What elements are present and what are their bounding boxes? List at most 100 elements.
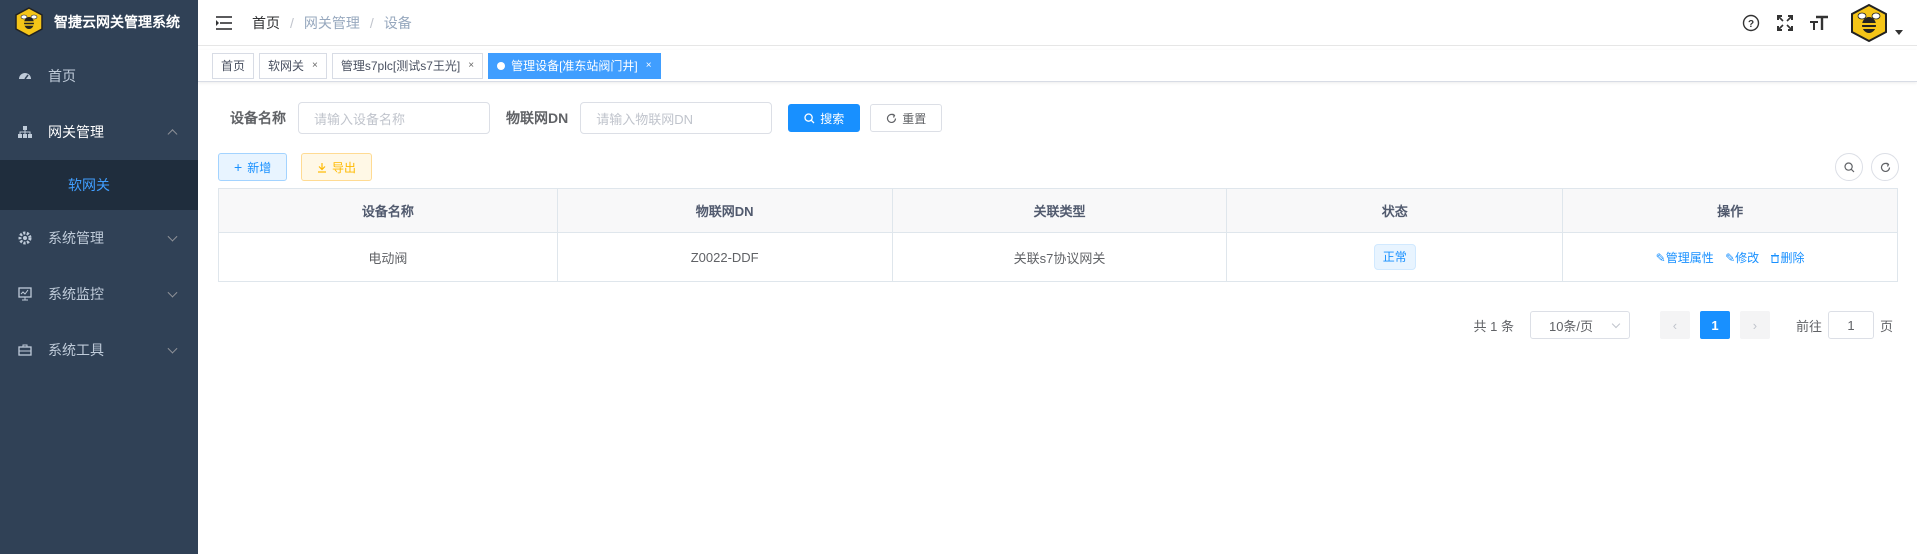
chevron-down-icon xyxy=(167,231,178,242)
breadcrumb-separator: / xyxy=(369,14,374,31)
edit-link[interactable]: ✎修改 xyxy=(1725,251,1762,265)
button-label: 搜索 xyxy=(820,111,845,126)
dn-label: 物联网DN xyxy=(506,110,569,126)
page-number-current[interactable]: 1 xyxy=(1699,311,1730,339)
sidebar-item-system[interactable]: 系统管理 xyxy=(0,210,198,266)
goto-label: 前往 xyxy=(1795,318,1822,334)
button-label: 导出 xyxy=(332,160,357,175)
cell-actions: ✎管理属性 ✎修改 删除 xyxy=(1562,232,1898,282)
link-label: 管理属性 xyxy=(1665,250,1714,265)
toolbox-icon xyxy=(18,344,32,356)
sidebar-item-label: 系统监控 xyxy=(48,286,104,302)
gear-icon xyxy=(18,231,32,245)
sidebar-item-home[interactable]: 首页 xyxy=(0,48,198,104)
status-badge: 正常 xyxy=(1373,244,1416,270)
sidebar-item-soft-gateway[interactable]: 软网关 xyxy=(0,160,198,210)
sidebar-item-label: 系统工具 xyxy=(48,342,104,358)
fullscreen-icon[interactable] xyxy=(1775,13,1795,33)
export-button[interactable]: 导出 xyxy=(301,153,373,181)
logo-area: 智捷云网关管理系统 xyxy=(0,0,198,44)
page-suffix: 页 xyxy=(1879,318,1893,334)
monitor-icon xyxy=(18,287,32,301)
column-header: 设备名称 xyxy=(218,188,558,233)
page-size-select[interactable]: 10条/页 xyxy=(1529,311,1630,339)
chevron-left-icon: ‹ xyxy=(1672,317,1678,333)
breadcrumb-home[interactable]: 首页 xyxy=(252,13,280,33)
toggle-search-button[interactable] xyxy=(1835,153,1863,181)
placeholder: 请输入物联网DN xyxy=(596,111,694,127)
chevron-down-icon xyxy=(167,287,178,298)
goto-page-input[interactable]: 1 xyxy=(1827,311,1874,339)
chevron-down-icon xyxy=(1611,319,1621,329)
tag-soft-gateway[interactable]: 软网关 × xyxy=(259,52,327,79)
sidebar-item-label: 系统管理 xyxy=(48,230,104,246)
sidebar-item-monitor[interactable]: 系统监控 xyxy=(0,266,198,322)
device-name-input[interactable]: 请输入设备名称 xyxy=(298,102,490,134)
breadcrumb-current: 设备 xyxy=(383,14,412,31)
column-header: 物联网DN xyxy=(556,188,893,233)
add-button[interactable]: + 新增 xyxy=(218,153,288,181)
tag-home[interactable]: 首页 xyxy=(212,52,255,79)
trash-icon xyxy=(1771,253,1780,263)
tag-label: 软网关 xyxy=(268,59,305,73)
dn-input[interactable]: 请输入物联网DN xyxy=(580,102,773,134)
breadcrumb-separator: / xyxy=(290,14,294,31)
search-button[interactable]: 搜索 xyxy=(788,104,861,132)
sidebar-item-tools[interactable]: 系统工具 xyxy=(0,322,198,378)
tag-manage-device[interactable]: 管理设备[准东站阀门井] × xyxy=(488,52,661,79)
button-label: 新增 xyxy=(247,160,272,175)
app-title: 智捷云网关管理系统 xyxy=(54,14,180,30)
search-icon xyxy=(804,112,815,123)
submenu: 软网关 xyxy=(0,160,198,210)
tag-label: 管理s7plc[测试s7王光] xyxy=(340,59,461,73)
download-icon xyxy=(318,162,326,173)
edit-icon: ✎ xyxy=(1725,250,1736,265)
delete-link[interactable]: 删除 xyxy=(1770,250,1805,265)
cell-dn: Z0022-DDF xyxy=(556,232,893,282)
button-label: 重置 xyxy=(902,111,927,126)
cell-type: 关联s7协议网关 xyxy=(891,232,1228,282)
close-icon[interactable]: × xyxy=(468,60,474,71)
cell-status: 正常 xyxy=(1226,232,1564,282)
next-page-button[interactable]: › xyxy=(1739,311,1770,339)
navbar-right: ? xyxy=(1741,0,1917,46)
search-form: 设备名称 请输入设备名称 物联网DN 请输入物联网DN 搜索 重置 xyxy=(230,102,943,134)
tag-label: 管理设备[准东站阀门井] xyxy=(511,59,638,73)
navbar: 首页 / 网关管理 / 设备 ? xyxy=(198,0,1917,46)
link-label: 修改 xyxy=(1735,250,1760,265)
refresh-table-button[interactable] xyxy=(1871,153,1899,181)
table-header-row: 设备名称 物联网DN 关联类型 状态 操作 xyxy=(218,188,1898,233)
column-header: 关联类型 xyxy=(891,188,1228,233)
sidebar: 智捷云网关管理系统 首页 网关管理 软网关 系统管理 系统监控 系统工具 xyxy=(0,0,198,554)
edit-icon: ✎ xyxy=(1655,250,1666,265)
chevron-down-icon xyxy=(167,343,178,354)
tree-icon xyxy=(18,126,32,138)
tag-manage-s7plc[interactable]: 管理s7plc[测试s7王光] × xyxy=(331,52,484,79)
select-value: 10条/页 xyxy=(1548,318,1594,334)
device-table: 设备名称 物联网DN 关联类型 状态 操作 电动阀 Z0022-DDF 关联s7… xyxy=(218,188,1898,282)
svg-text:?: ? xyxy=(1748,19,1754,30)
refresh-icon xyxy=(1880,161,1890,172)
cell-device-name: 电动阀 xyxy=(218,232,558,282)
column-header: 操作 xyxy=(1562,188,1898,233)
pagination: 共 1 条 10条/页 ‹ 1 › 前往 1 页 xyxy=(1473,311,1893,339)
chevron-up-icon xyxy=(167,129,178,140)
refresh-icon xyxy=(887,112,897,123)
close-icon[interactable]: × xyxy=(646,60,652,71)
menu-fold-icon[interactable] xyxy=(214,13,234,33)
reset-button[interactable]: 重置 xyxy=(870,104,943,132)
close-icon[interactable]: × xyxy=(312,60,318,71)
caret-down-icon[interactable] xyxy=(1895,29,1903,35)
active-dot-icon xyxy=(497,61,506,70)
column-header: 状态 xyxy=(1226,188,1564,233)
sidebar-item-gateway[interactable]: 网关管理 xyxy=(0,104,198,160)
tags-view: 首页 软网关 × 管理s7plc[测试s7王光] × 管理设备[准东站阀门井] … xyxy=(198,50,1917,82)
font-size-icon[interactable] xyxy=(1809,13,1829,33)
help-icon[interactable]: ? xyxy=(1741,13,1761,33)
prev-page-button[interactable]: ‹ xyxy=(1659,311,1690,339)
link-label: 删除 xyxy=(1780,250,1805,265)
manage-attributes-link[interactable]: ✎管理属性 xyxy=(1656,251,1717,265)
avatar[interactable] xyxy=(1849,3,1889,43)
total-count: 共 1 条 xyxy=(1473,318,1514,334)
breadcrumb-section: 网关管理 xyxy=(303,14,360,31)
